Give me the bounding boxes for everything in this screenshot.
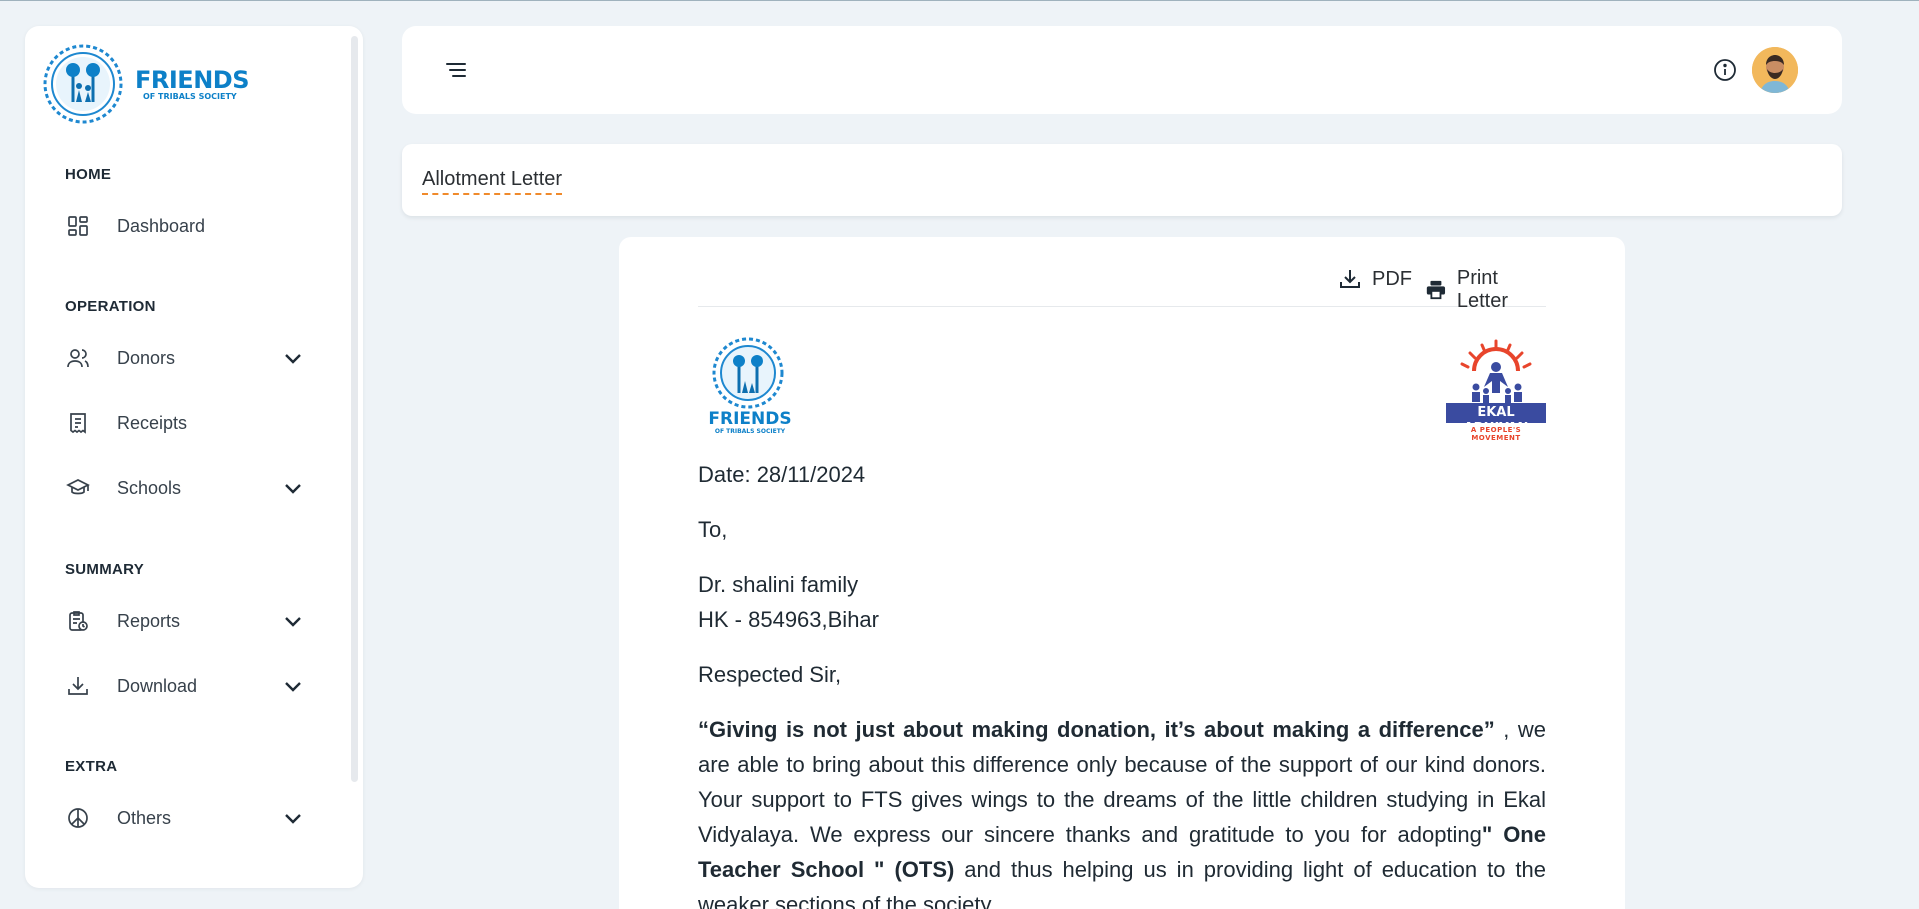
fts-logo-name: FRIENDS [708, 409, 792, 429]
letter-date: Date: 28/11/2024 [698, 462, 866, 487]
sidebar: FRIENDS OF TRIBALS SOCIETY HOME Dashboar… [25, 26, 363, 888]
sidebar-item-donors[interactable]: Donors [65, 338, 305, 378]
fts-emblem-icon [43, 44, 123, 124]
fts-letter-logo: FRIENDS OF TRIBALS SOCIETY [698, 337, 798, 441]
printer-icon [1426, 280, 1446, 300]
chevron-down-icon[interactable] [281, 476, 305, 500]
brand-tagline: OF TRIBALS SOCIETY [143, 91, 237, 101]
allotment-letter: PDF Print Letter FRIENDS OF TRIBALS SOCI… [619, 237, 1625, 909]
section-operation: OPERATION [65, 298, 156, 315]
sidebar-item-dashboard[interactable]: Dashboard [65, 206, 305, 246]
sidebar-item-reports[interactable]: Reports [65, 601, 305, 641]
users-icon [65, 345, 91, 371]
fts-logo-tagline: OF TRIBALS SOCIETY [714, 428, 786, 435]
info-icon[interactable] [1712, 57, 1738, 83]
sidebar-item-receipts[interactable]: Receipts [65, 403, 305, 443]
user-avatar[interactable] [1752, 47, 1798, 93]
section-summary: SUMMARY [65, 561, 145, 578]
graduation-cap-icon [65, 475, 91, 501]
chevron-down-icon[interactable] [281, 806, 305, 830]
letter-body-paragraph: “Giving is not just about making donatio… [698, 712, 1546, 909]
sidebar-scrollbar[interactable] [351, 36, 358, 782]
section-extra: EXTRA [65, 758, 118, 775]
sidebar-item-schools[interactable]: Schools [65, 468, 305, 508]
sidebar-item-label: Others [117, 807, 172, 828]
print-letter-button[interactable]: Print Letter [1425, 267, 1546, 313]
sidebar-item-label: Dashboard [117, 215, 206, 236]
report-icon [65, 608, 91, 634]
letter-actions: PDF Print Letter [698, 237, 1546, 312]
brand-name: FRIENDS [135, 65, 250, 94]
page-title-bar: Allotment Letter [402, 144, 1842, 216]
letter-to: To, [698, 517, 728, 542]
peace-icon [65, 805, 91, 831]
letter-salutation: Respected Sir, [698, 662, 842, 687]
pdf-download-button[interactable]: PDF [1338, 267, 1412, 291]
sidebar-item-label: Download [117, 675, 198, 696]
chevron-down-icon[interactable] [281, 609, 305, 633]
print-label: Print Letter [1456, 267, 1509, 312]
menu-icon[interactable] [442, 56, 470, 84]
sidebar-item-download[interactable]: Download [65, 666, 305, 706]
dashboard-icon [65, 213, 91, 239]
sidebar-item-label: Reports [117, 610, 181, 631]
download-icon [1340, 270, 1360, 288]
recipient-name: Dr. shalini family [698, 572, 859, 597]
download-icon [65, 673, 91, 699]
sidebar-item-label: Receipts [117, 412, 188, 433]
brand-logo[interactable]: FRIENDS OF TRIBALS SOCIETY [43, 44, 250, 124]
chevron-down-icon[interactable] [281, 346, 305, 370]
receipt-icon [65, 410, 91, 436]
sidebar-item-label: Schools [117, 477, 182, 498]
top-header [402, 26, 1842, 114]
sidebar-item-label: Donors [117, 347, 176, 368]
ekal-abhiyan-logo: EKAL ABHIYAN A PEOPLE'S MOVEMENT [1444, 337, 1548, 442]
window-top-border [0, 0, 1919, 1]
section-home: HOME [65, 166, 112, 183]
letter-quote: “Giving is not just about making donatio… [698, 717, 1495, 742]
ekal-logo-tagline: A PEOPLE'S MOVEMENT [1470, 426, 1522, 442]
pdf-label: PDF [1372, 267, 1412, 290]
page-title: Allotment Letter [422, 168, 563, 195]
sidebar-item-others[interactable]: Others [65, 798, 305, 838]
recipient-address: HK - 854963,Bihar [698, 607, 879, 632]
chevron-down-icon[interactable] [281, 674, 305, 698]
